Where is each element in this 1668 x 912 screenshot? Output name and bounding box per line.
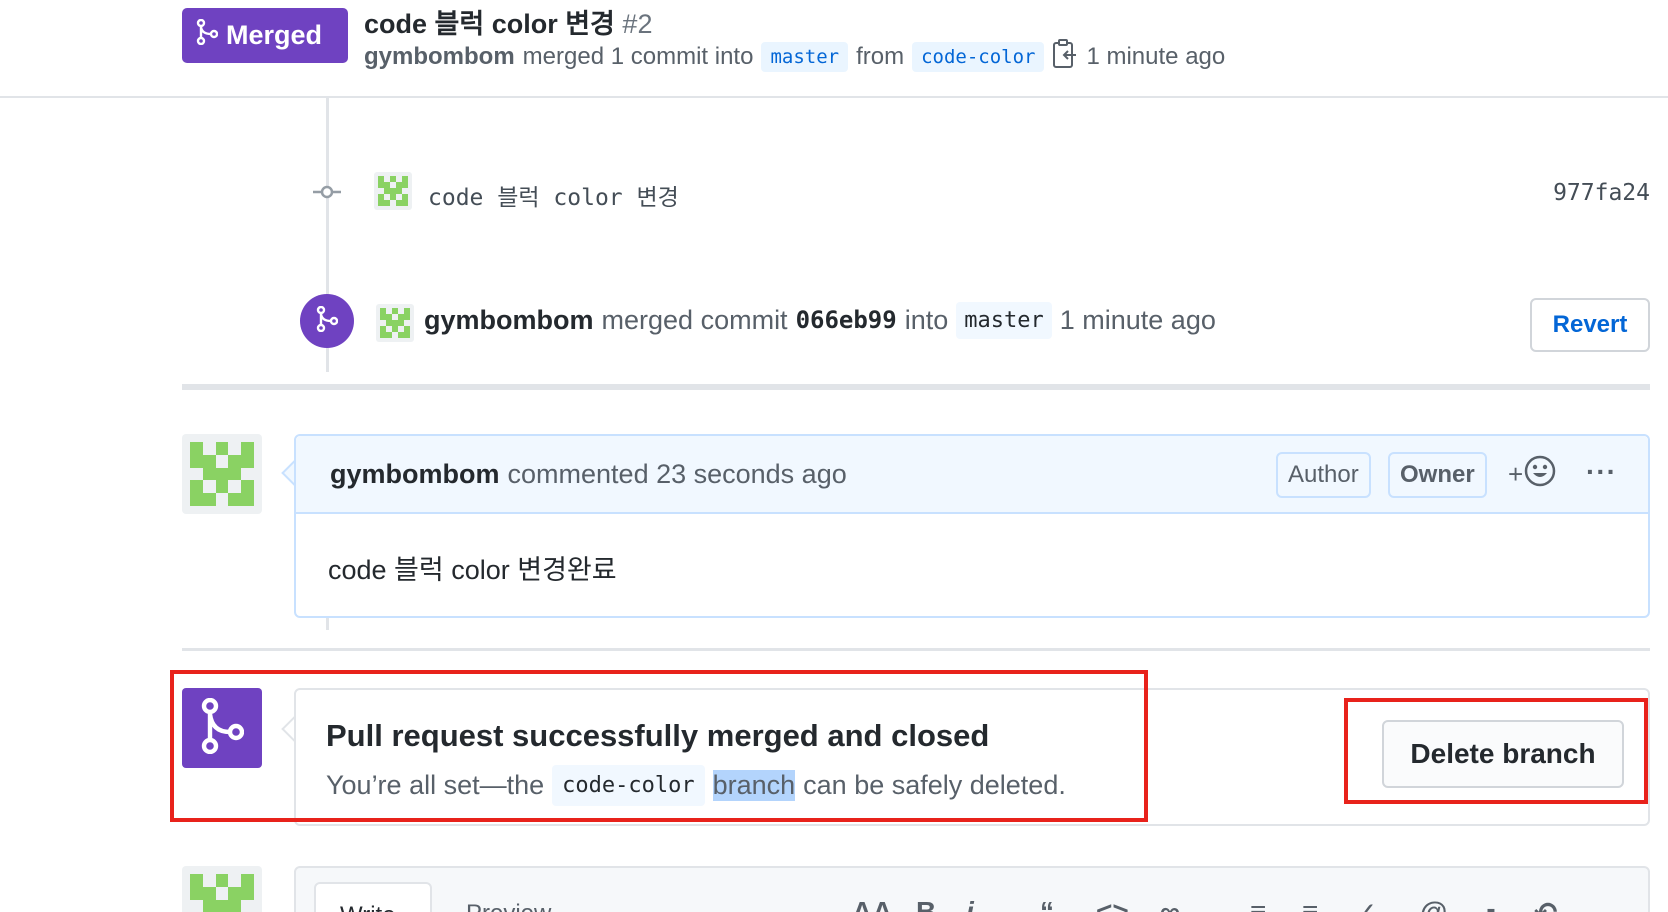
quote-icon[interactable]: “ — [1040, 896, 1054, 912]
smiley-icon — [1523, 454, 1557, 495]
bullet-list-icon[interactable]: ≡ — [1250, 896, 1266, 912]
pr-header: Merged code 블럭 color 변경 #2 gymbombom mer… — [0, 0, 1668, 98]
pr-title-text: code 블럭 color 변경 — [364, 9, 615, 39]
pr-meta: gymbombom merged 1 commit into master fr… — [364, 38, 1226, 76]
into-text: into — [904, 304, 949, 335]
tab-write[interactable]: Write — [314, 882, 432, 912]
numbered-list-icon[interactable]: ≡ — [1302, 896, 1318, 912]
comment-box: gymbombom commented 23 seconds ago Autho… — [294, 434, 1650, 618]
pr-number: #2 — [622, 9, 653, 39]
comment-body: code 블럭 color 변경완료 — [328, 555, 617, 585]
state-label: Merged — [226, 20, 323, 50]
timeline-divider — [182, 384, 1650, 390]
timeline-divider — [182, 648, 1650, 651]
saved-reply-icon[interactable]: ▪ — [1486, 896, 1496, 912]
merge-event-time: 1 minute ago — [1059, 304, 1216, 335]
author-role-badge: Author — [1276, 452, 1371, 498]
reply-arrow-icon[interactable]: ↶ — [1534, 896, 1557, 912]
merge-time: 1 minute ago — [1086, 43, 1226, 70]
annotation-highlight-box — [170, 670, 1148, 822]
add-reaction-button[interactable]: + — [1508, 454, 1557, 494]
avatar[interactable] — [182, 866, 262, 912]
commit-sha-link[interactable]: 977fa24 — [1553, 180, 1650, 206]
head-branch-tag[interactable]: code-color — [912, 42, 1045, 72]
comment-header: gymbombom commented 23 seconds ago Autho… — [296, 436, 1648, 514]
plus-icon: + — [1508, 458, 1524, 489]
commit-item: code 블럭 color 변경 977fa24 — [310, 172, 1650, 212]
commit-message-link[interactable]: code 블럭 color 변경 — [428, 178, 679, 212]
annotation-highlight-box — [1344, 698, 1648, 804]
mention-icon[interactable]: @ — [1420, 896, 1447, 912]
merged-state-badge: Merged — [182, 8, 348, 63]
code-icon[interactable]: <> — [1096, 896, 1129, 912]
git-merge-icon — [196, 18, 219, 52]
revert-button[interactable]: Revert — [1530, 298, 1650, 352]
base-branch-tag[interactable]: master — [761, 42, 849, 72]
tab-preview[interactable]: Preview — [466, 900, 551, 912]
kebab-menu-icon[interactable]: ··· — [1586, 456, 1617, 488]
merge-commit-sha-link[interactable]: 066eb99 — [796, 306, 897, 334]
avatar[interactable] — [182, 434, 262, 514]
git-merge-icon — [316, 305, 339, 337]
merge-event-label: merged commit — [601, 304, 788, 335]
merge-author-link[interactable]: gymbombom — [424, 305, 594, 336]
git-commit-icon — [313, 182, 341, 202]
comment-author-link[interactable]: gymbombom — [330, 459, 500, 490]
heading-icon[interactable]: AA — [852, 896, 892, 912]
merged-text: merged 1 commit into — [522, 43, 754, 70]
owner-role-badge: Owner — [1388, 452, 1487, 498]
merge-event-badge — [300, 294, 354, 348]
page-title: code 블럭 color 변경 #2 — [364, 2, 652, 41]
avatar[interactable] — [374, 172, 412, 210]
task-list-icon[interactable]: ✓ — [1354, 896, 1377, 912]
link-icon[interactable]: ∞ — [1160, 896, 1180, 912]
avatar[interactable] — [376, 304, 414, 342]
comment-meta[interactable]: commented 23 seconds ago — [508, 459, 847, 490]
italic-icon[interactable]: i — [966, 896, 974, 912]
from-text: from — [856, 43, 905, 70]
bold-icon[interactable]: B — [916, 896, 936, 912]
copy-branch-icon[interactable] — [1052, 38, 1078, 76]
merge-event-text: gymbombom merged commit 066eb99 into mas… — [424, 300, 1216, 340]
merge-branch-tag[interactable]: master — [956, 301, 1052, 339]
pr-author-link[interactable]: gymbombom — [364, 43, 515, 71]
comment-composer: Write Preview AA B i “ <> ∞ ≡ ≡ ✓ @ ▪ ↶ — [294, 866, 1650, 912]
